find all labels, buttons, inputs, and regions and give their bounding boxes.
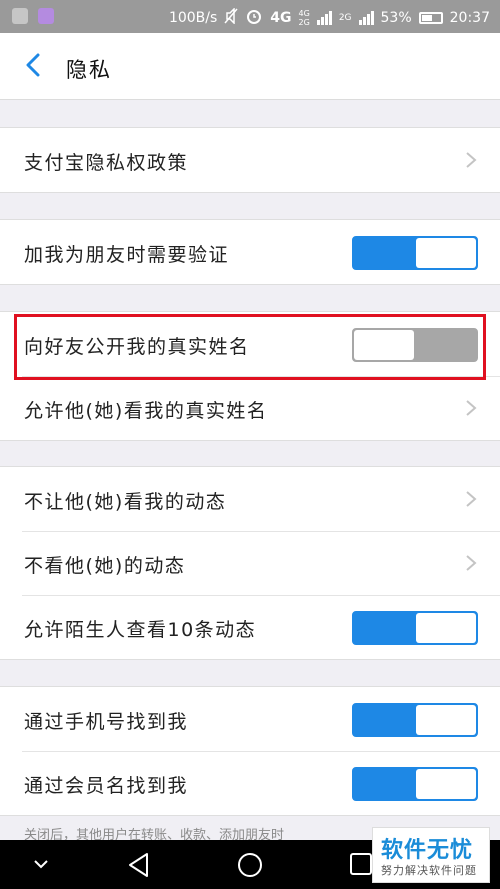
- toggle-knob: [416, 613, 476, 643]
- mute-icon: [224, 7, 238, 28]
- signal-icon-2: [358, 11, 374, 25]
- find-by-phone-toggle[interactable]: [352, 703, 478, 737]
- friend-verify-toggle[interactable]: [352, 236, 478, 270]
- chevron-right-icon: [464, 152, 478, 168]
- highlight-box: [14, 314, 486, 380]
- page-title: 隐私: [66, 58, 112, 82]
- row-find-by-member: 通过会员名找到我: [0, 751, 500, 815]
- status-bar: 100B/s 4G 4G 2G 2G 53% 20:37: [0, 0, 500, 33]
- chevron-right-icon: [464, 400, 478, 416]
- stranger-ten-toggle[interactable]: [352, 611, 478, 645]
- row-label: 通过手机号找到我: [24, 711, 189, 733]
- row-stranger-ten: 允许陌生人查看10条动态: [0, 595, 500, 659]
- gallery-notification-icon: [38, 8, 54, 24]
- network-2g: 2G: [338, 13, 352, 23]
- group-find-me: 通过手机号找到我 通过会员名找到我: [0, 686, 500, 816]
- find-by-member-toggle[interactable]: [352, 767, 478, 801]
- row-label: 不让他(她)看我的动态: [24, 491, 227, 513]
- back-arrow-icon[interactable]: [22, 53, 46, 77]
- row-label: 加我为朋友时需要验证: [24, 244, 230, 266]
- row-find-by-phone: 通过手机号找到我: [0, 687, 500, 751]
- row-label: 允许他(她)看我的真实姓名: [24, 400, 268, 422]
- group-verify: 加我为朋友时需要验证: [0, 219, 500, 285]
- page-header: 隐私: [0, 33, 500, 100]
- toggle-knob: [416, 238, 476, 268]
- row-label: 允许陌生人查看10条动态: [24, 619, 257, 641]
- network-4g: 4G: [270, 10, 292, 26]
- row-allow-view-real-name[interactable]: 允许他(她)看我的真实姓名: [0, 376, 500, 440]
- watermark-logo: 软件无忧 努力解决软件问题: [372, 827, 490, 883]
- notification-icon: [12, 8, 28, 24]
- watermark-subtitle: 努力解决软件问题: [381, 864, 477, 877]
- group-policy: 支付宝隐私权政策: [0, 127, 500, 193]
- chevron-right-icon: [464, 555, 478, 571]
- toggle-knob: [416, 769, 476, 799]
- battery-icon: [418, 12, 443, 24]
- row-privacy-policy[interactable]: 支付宝隐私权政策: [0, 128, 500, 192]
- row-hide-their-moments[interactable]: 不看他(她)的动态: [0, 531, 500, 595]
- row-friend-verify: 加我为朋友时需要验证: [0, 220, 500, 284]
- network-dual: 4G 2G: [299, 9, 310, 27]
- chevron-right-icon: [464, 491, 478, 507]
- row-label: 不看他(她)的动态: [24, 555, 186, 577]
- clock: 20:37: [449, 10, 490, 26]
- alarm-icon: [245, 7, 263, 29]
- network-speed: 100B/s: [168, 10, 218, 26]
- toggle-knob: [416, 705, 476, 735]
- watermark-title: 软件无忧: [381, 838, 474, 863]
- signal-icon: [316, 11, 332, 25]
- network-dual-bottom: 2G: [298, 18, 310, 27]
- network-dual-top: 4G: [298, 9, 310, 18]
- row-label: 通过会员名找到我: [24, 775, 189, 797]
- row-label: 支付宝隐私权政策: [24, 152, 189, 174]
- row-hide-my-moments[interactable]: 不让他(她)看我的动态: [0, 467, 500, 531]
- group-moments: 不让他(她)看我的动态 不看他(她)的动态 允许陌生人查看10条动态: [0, 466, 500, 660]
- battery-percent: 53%: [380, 10, 412, 26]
